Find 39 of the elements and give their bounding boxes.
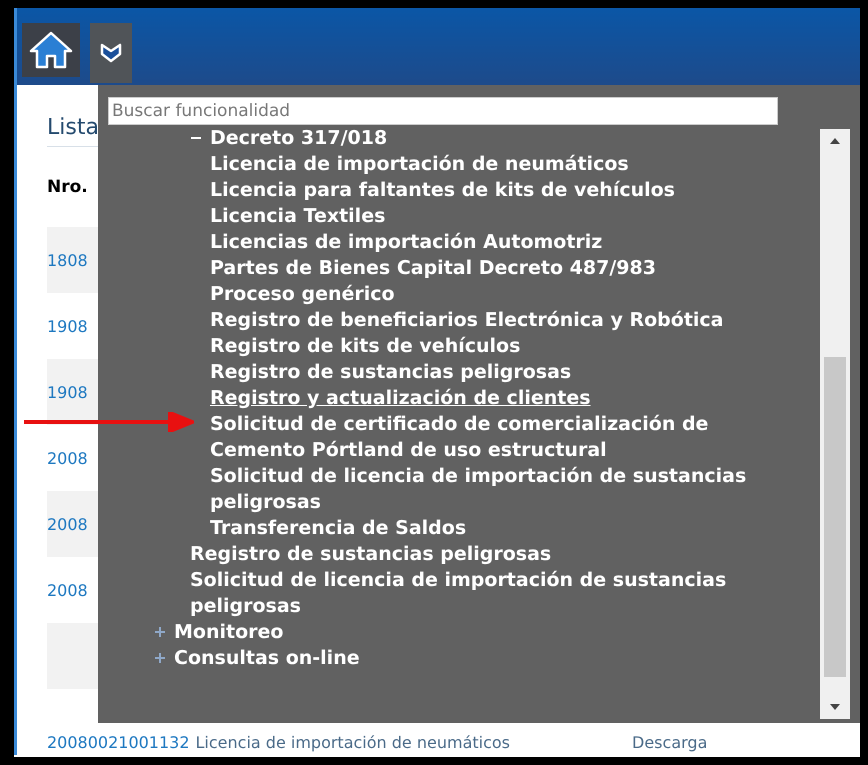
menu-item[interactable]: Solicitud de licencia de importación de sustancias peligrosas — [190, 567, 798, 619]
menu-item[interactable]: Registro de sustancias peligrosas — [190, 541, 552, 567]
table-cell[interactable]: 1908 — [47, 382, 88, 402]
search-field[interactable]: Buscar funcionalidad — [108, 97, 778, 125]
menu-item[interactable]: Monitoreo — [174, 619, 284, 645]
table-cell: Licencia de importación de neumáticos — [196, 733, 510, 752]
table-cell[interactable]: 1908 — [47, 316, 88, 336]
table-cell[interactable]: 2008 — [47, 514, 88, 534]
menu-item[interactable]: Registro de kits de vehículos — [210, 333, 520, 359]
menu-item[interactable]: Solicitud de licencia de importación de sustancias peligrosas — [210, 463, 798, 515]
scrollbar[interactable] — [820, 129, 850, 719]
table-cell[interactable]: 2008 — [47, 580, 88, 600]
table-cell[interactable]: 20080021001132 — [47, 733, 190, 752]
column-header: Nro. — [47, 177, 88, 197]
menu-item[interactable]: Registro y actualización de clientes — [210, 385, 591, 411]
menu-item[interactable]: Proceso genérico — [210, 281, 395, 307]
menu-item[interactable]: Licencias de importación Automotriz — [210, 229, 602, 255]
menu-item[interactable]: Registro de beneficiarios Electrónica y Robótica — [210, 307, 724, 333]
chevron-down-icon — [99, 42, 123, 64]
menu-item[interactable]: Licencia Textiles — [210, 203, 386, 229]
menu-item[interactable]: Consultas on-line — [174, 645, 360, 671]
menu-item[interactable]: Partes de Bienes Capital Decreto 487/983 — [210, 255, 656, 281]
scroll-down-icon[interactable] — [829, 703, 841, 711]
menu-toggle-button[interactable] — [90, 23, 132, 83]
menu-item[interactable]: Solicitud de certificado de comercialización de Cemento Pórtland de uso estructural — [210, 411, 798, 463]
scroll-up-icon[interactable] — [829, 137, 841, 145]
house-icon — [28, 30, 74, 70]
menu-item[interactable]: Licencia de importación de neumáticos — [210, 151, 629, 177]
plus-icon[interactable] — [154, 652, 166, 664]
menu-item[interactable]: Transferencia de Saldos — [210, 515, 466, 541]
table-cell[interactable]: 2008 — [47, 448, 88, 468]
plus-icon[interactable] — [154, 626, 166, 638]
menu-item[interactable]: Licencia para faltantes de kits de vehículos — [210, 177, 675, 203]
scrollbar-thumb[interactable] — [824, 357, 846, 677]
menu-item[interactable]: Decreto 317/018 — [210, 125, 388, 151]
home-button[interactable] — [22, 23, 80, 77]
table-cell[interactable]: 1808 — [47, 250, 88, 270]
menu-item[interactable]: Registro de sustancias peligrosas — [210, 359, 572, 385]
table-cell: Descarga — [632, 733, 708, 752]
